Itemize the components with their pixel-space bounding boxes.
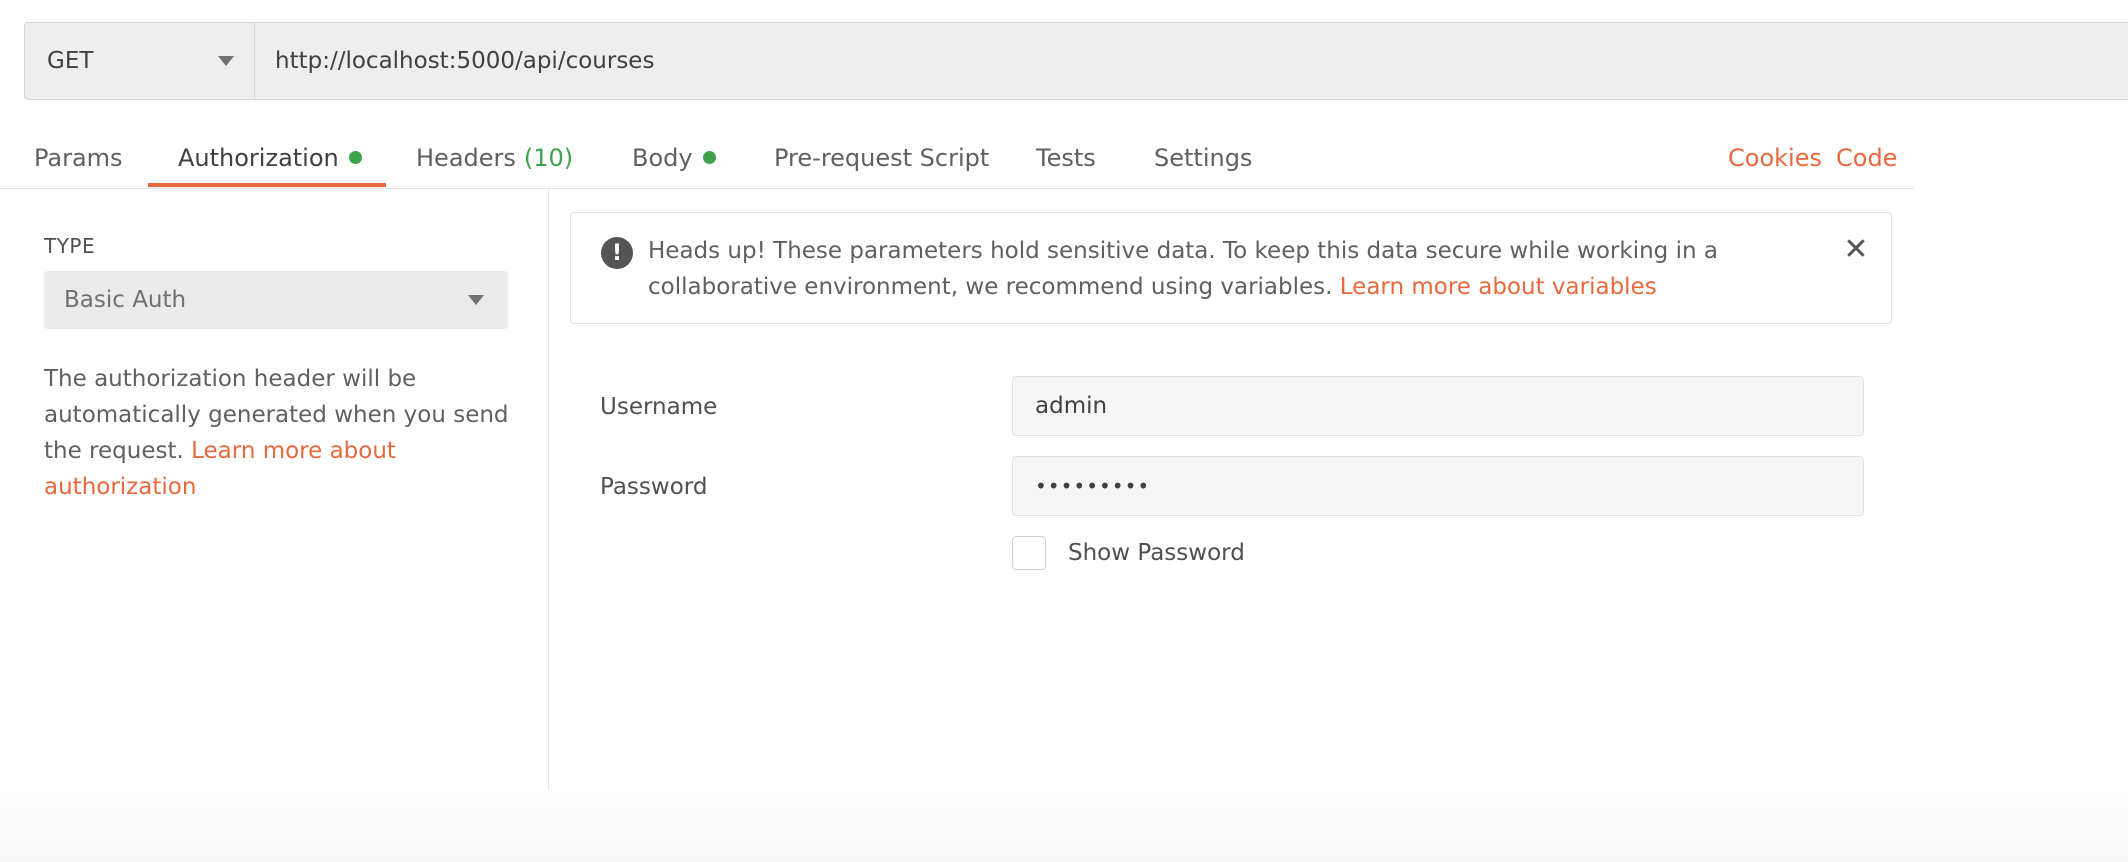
request-editor: GET http://localhost:5000/api/courses Pa… xyxy=(0,0,2128,862)
tab-params[interactable]: Params xyxy=(34,128,123,187)
tab-authorization-label: Authorization xyxy=(178,143,339,172)
tab-authorization[interactable]: Authorization xyxy=(178,128,362,187)
code-link[interactable]: Code xyxy=(1836,128,1897,187)
tab-headers-label: Headers xyxy=(416,143,516,172)
password-label: Password xyxy=(600,474,708,500)
chevron-down-icon xyxy=(218,56,234,66)
notice-text: Heads up! These parameters hold sensitiv… xyxy=(648,233,1818,305)
chevron-down-icon xyxy=(468,295,484,305)
tab-headers-count: (10) xyxy=(523,143,574,172)
learn-more-variables-link[interactable]: Learn more about variables xyxy=(1340,274,1657,300)
exclamation-icon: ! xyxy=(601,237,633,269)
active-tab-indicator xyxy=(148,183,386,187)
tab-settings-label: Settings xyxy=(1154,143,1253,172)
tab-prerequest-script[interactable]: Pre-request Script xyxy=(774,128,989,187)
cookies-link[interactable]: Cookies xyxy=(1728,128,1822,187)
tab-headers[interactable]: Headers (10) xyxy=(416,128,573,187)
auth-type-pane: TYPE Basic Auth The authorization header… xyxy=(0,189,549,862)
tab-tests[interactable]: Tests xyxy=(1036,128,1096,187)
show-password-label: Show Password xyxy=(1068,540,1245,566)
show-password-checkbox[interactable] xyxy=(1012,536,1046,570)
url-bar: GET http://localhost:5000/api/courses xyxy=(24,22,2128,100)
tab-settings[interactable]: Settings xyxy=(1154,128,1252,187)
password-field[interactable]: ••••••••• xyxy=(1012,456,1864,516)
tab-params-label: Params xyxy=(34,143,123,172)
tab-body-label: Body xyxy=(632,143,693,172)
tab-prerequest-label: Pre-request Script xyxy=(774,143,990,172)
status-dot-icon xyxy=(702,151,716,164)
auth-type-value: Basic Auth xyxy=(64,287,187,313)
close-icon[interactable]: ✕ xyxy=(1841,235,1871,265)
auth-type-select[interactable]: Basic Auth xyxy=(44,271,508,329)
username-label: Username xyxy=(600,394,718,420)
method-value: GET xyxy=(47,48,94,74)
username-field[interactable]: admin xyxy=(1012,376,1864,436)
sensitive-data-notice: ! Heads up! These parameters hold sensit… xyxy=(570,212,1892,324)
type-label: TYPE xyxy=(44,234,96,258)
status-dot-icon xyxy=(348,151,362,164)
url-input[interactable]: http://localhost:5000/api/courses xyxy=(255,23,2128,99)
request-tabs: Params Authorization Headers (10) Body P… xyxy=(0,128,1914,189)
tab-body[interactable]: Body xyxy=(632,128,716,187)
method-select[interactable]: GET xyxy=(25,23,255,99)
tab-tests-label: Tests xyxy=(1036,143,1096,172)
auth-description: The authorization header will be automat… xyxy=(44,361,514,505)
